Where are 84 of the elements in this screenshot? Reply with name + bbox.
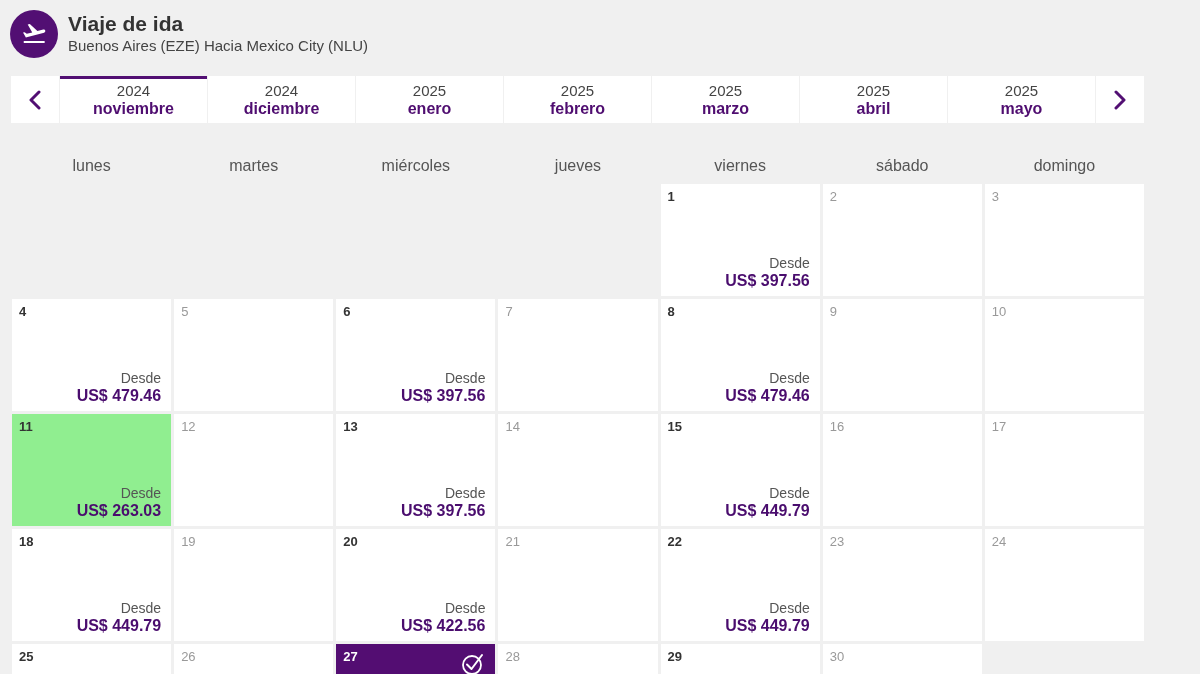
day-number: 25 (19, 649, 34, 665)
day-number: 22 (667, 534, 683, 550)
day-number: 23 (829, 534, 845, 550)
day-cell[interactable]: 22 Desde US$ 449.79 (660, 529, 820, 641)
day-number: 9 (829, 304, 837, 320)
day-number: 1 (667, 189, 675, 205)
price-text: US$ 449.79 (76, 616, 162, 635)
chevron-left-icon (29, 89, 41, 110)
from-label: Desde (769, 600, 810, 616)
from-label: Desde (769, 255, 810, 271)
price-text: US$ 479.46 (725, 386, 810, 405)
day-number: 13 (343, 419, 358, 435)
day-number: 28 (505, 649, 520, 665)
from-label: Desde (120, 600, 162, 616)
plane-takeoff-icon (10, 10, 58, 58)
day-number: 27 (343, 649, 358, 665)
day-cell[interactable]: 20 Desde US$ 422.56 (336, 529, 496, 641)
route-text: Buenos Aires (EZE) Hacia Mexico City (NLU) (68, 36, 369, 56)
trip-title: Viaje de ida (68, 12, 185, 36)
weekday-label: domingo (1033, 157, 1096, 174)
previous-button[interactable] (11, 76, 59, 123)
day-cell[interactable]: 13 Desde US$ 397.56 (336, 414, 496, 526)
day-number: 18 (19, 534, 34, 550)
next-button[interactable] (1096, 76, 1144, 123)
day-number: 26 (181, 649, 196, 665)
month-tab[interactable]: 2025 febrero (504, 76, 651, 123)
month-tab[interactable]: 2025 marzo (652, 76, 799, 123)
day-cell[interactable]: 1 Desde US$ 397.56 (660, 184, 820, 296)
price-text: US$ 397.56 (400, 501, 486, 520)
weekday-label: jueves (554, 157, 602, 174)
day-cell[interactable]: 25 (12, 644, 172, 674)
day-number: 5 (181, 304, 189, 320)
day-number: 12 (181, 419, 196, 435)
from-label: Desde (120, 485, 162, 501)
from-label: Desde (444, 370, 486, 386)
day-number: 3 (991, 189, 1000, 205)
day-cell[interactable]: 18 Desde US$ 449.79 (12, 529, 172, 641)
day-cell[interactable]: 29 (660, 644, 820, 674)
day-number: 19 (181, 534, 196, 550)
day-cell[interactable]: 6 Desde US$ 397.56 (336, 299, 496, 411)
from-label: Desde (769, 485, 810, 501)
day-cell[interactable]: 15 Desde US$ 449.79 (660, 414, 820, 526)
from-label: Desde (444, 600, 486, 616)
weekday-label: lunes (72, 157, 111, 174)
day-number: 16 (829, 419, 845, 435)
day-cell[interactable]: 27 (336, 644, 496, 674)
weekday-label: sábado (876, 157, 929, 174)
price-text: US$ 449.79 (725, 616, 810, 635)
day-cell[interactable]: 11 Desde US$ 263.03 (12, 414, 172, 526)
month-tab[interactable]: 2024 noviembre (60, 76, 207, 123)
day-number: 29 (667, 649, 683, 665)
price-text: US$ 397.56 (725, 271, 810, 290)
price-text: US$ 422.56 (400, 616, 486, 635)
day-number: 30 (829, 649, 845, 665)
day-number: 11 (19, 419, 33, 435)
month-tab[interactable]: 2025 enero (356, 76, 503, 123)
chevron-right-icon (1114, 89, 1126, 110)
price-text: US$ 449.79 (725, 501, 810, 520)
day-number: 10 (991, 304, 1007, 320)
day-number: 2 (829, 189, 837, 205)
month-tab[interactable]: 2024 diciembre (208, 76, 355, 123)
day-number: 17 (991, 419, 1007, 435)
weekday-label: miércoles (381, 157, 451, 174)
day-number: 14 (505, 419, 520, 435)
weekday-label: martes (229, 157, 279, 174)
price-text: US$ 263.03 (76, 501, 162, 520)
day-number: 24 (991, 534, 1007, 550)
day-number: 4 (19, 304, 27, 320)
month-tab[interactable]: 2025 abril (800, 76, 947, 123)
day-number: 7 (505, 304, 513, 320)
day-number: 20 (343, 534, 358, 550)
day-cell[interactable]: 4 Desde US$ 479.46 (12, 299, 172, 411)
day-number: 6 (343, 304, 351, 320)
from-label: Desde (120, 370, 162, 386)
day-number: 15 (667, 419, 683, 435)
price-text: US$ 479.46 (76, 386, 162, 405)
day-number: 8 (667, 304, 675, 320)
price-text: US$ 397.56 (400, 386, 486, 405)
day-number: 21 (505, 534, 520, 550)
from-label: Desde (769, 370, 810, 386)
from-label: Desde (444, 485, 486, 501)
day-cell[interactable]: 8 Desde US$ 479.46 (660, 299, 820, 411)
weekday-label: viernes (714, 157, 766, 174)
month-tab[interactable]: 2025 mayo (948, 76, 1095, 123)
